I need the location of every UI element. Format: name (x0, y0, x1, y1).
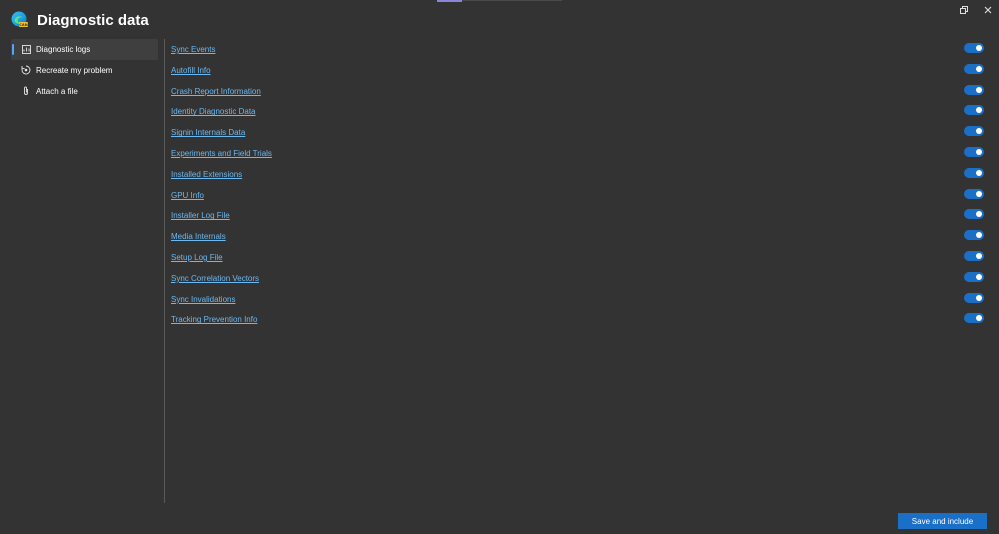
list-item: Experiments and Field Trials (171, 143, 987, 164)
log-toggle[interactable] (964, 250, 984, 261)
log-link[interactable]: Media Internals (171, 232, 226, 241)
log-link[interactable]: Identity Diagnostic Data (171, 107, 256, 116)
toggle-knob (976, 211, 982, 218)
toggle-knob (976, 107, 982, 114)
sidebar-item-label: Attach a file (36, 87, 78, 96)
list-item: Setup Log File (171, 247, 987, 268)
toggle-knob (976, 273, 982, 280)
toggle-knob (976, 148, 982, 155)
sidebar: Diagnostic logs Recreate my problem Atta… (11, 39, 158, 102)
list-item: Installer Log File (171, 205, 987, 226)
list-item: Autofill Info (171, 60, 987, 81)
list-item: Sync Correlation Vectors (171, 268, 987, 289)
log-link[interactable]: Installer Log File (171, 211, 230, 220)
sidebar-item-label: Diagnostic logs (36, 45, 91, 54)
log-link[interactable]: Sync Invalidations (171, 295, 235, 304)
toggle-knob (976, 252, 982, 259)
log-link[interactable]: Signin Internals Data (171, 128, 245, 137)
log-toggle[interactable] (964, 43, 984, 53)
sidebar-item-diagnostic-logs[interactable]: Diagnostic logs (11, 39, 158, 60)
list-item: Crash Report Information (171, 81, 987, 102)
edge-canary-logo-icon: CAN (11, 11, 28, 28)
log-toggle[interactable] (964, 126, 984, 137)
list-item: Tracking Prevention Info (171, 309, 987, 330)
toggle-knob (976, 45, 982, 51)
list-item: Sync Events (171, 39, 987, 60)
toggle-knob (976, 86, 982, 93)
log-toggle[interactable] (964, 84, 984, 95)
sidebar-item-attach-file[interactable]: Attach a file (11, 81, 158, 102)
paperclip-icon (21, 86, 31, 96)
list-item: Identity Diagnostic Data (171, 101, 987, 122)
log-toggle[interactable] (964, 146, 984, 157)
sidebar-divider (164, 39, 165, 503)
log-toggle[interactable] (964, 230, 984, 241)
log-link[interactable]: Sync Correlation Vectors (171, 274, 259, 283)
list-item: Installed Extensions (171, 164, 987, 185)
save-and-include-button[interactable]: Save and include (898, 513, 987, 529)
restore-window-button[interactable] (957, 3, 971, 17)
log-toggle[interactable] (964, 105, 984, 116)
log-toggle[interactable] (964, 292, 984, 303)
list-item: Media Internals (171, 226, 987, 247)
svg-text:CAN: CAN (19, 23, 27, 27)
toggle-knob (976, 65, 982, 72)
toggle-knob (976, 315, 982, 322)
record-icon (21, 65, 31, 75)
log-toggle[interactable] (964, 188, 984, 199)
close-icon (984, 6, 992, 14)
log-link[interactable]: Installed Extensions (171, 170, 242, 179)
log-link[interactable]: Experiments and Field Trials (171, 149, 272, 158)
diagnostic-log-list: Sync Events Autofill Info Crash Report I… (171, 39, 987, 330)
log-toggle[interactable] (964, 271, 984, 282)
toggle-knob (976, 128, 982, 135)
page-title: Diagnostic data (37, 12, 149, 29)
log-icon (21, 44, 31, 54)
toggle-knob (976, 294, 982, 301)
sidebar-item-label: Recreate my problem (36, 66, 113, 75)
log-toggle[interactable] (964, 209, 984, 220)
log-link[interactable]: Tracking Prevention Info (171, 315, 257, 324)
log-toggle[interactable] (964, 63, 984, 74)
close-window-button[interactable] (981, 3, 995, 17)
log-toggle[interactable] (964, 313, 984, 324)
restore-icon (960, 6, 968, 14)
log-link[interactable]: Sync Events (171, 45, 215, 54)
toggle-knob (976, 190, 982, 197)
header: CAN Diagnostic data (0, 0, 999, 38)
log-link[interactable]: GPU Info (171, 191, 204, 200)
list-item: Sync Invalidations (171, 289, 987, 310)
log-link[interactable]: Setup Log File (171, 253, 223, 262)
toggle-knob (976, 232, 982, 239)
log-link[interactable]: Crash Report Information (171, 87, 261, 96)
log-link[interactable]: Autofill Info (171, 66, 211, 75)
toggle-knob (976, 169, 982, 176)
active-indicator (12, 44, 14, 55)
list-item: Signin Internals Data (171, 122, 987, 143)
list-item: GPU Info (171, 185, 987, 206)
log-toggle[interactable] (964, 167, 984, 178)
sidebar-item-recreate-problem[interactable]: Recreate my problem (11, 60, 158, 81)
